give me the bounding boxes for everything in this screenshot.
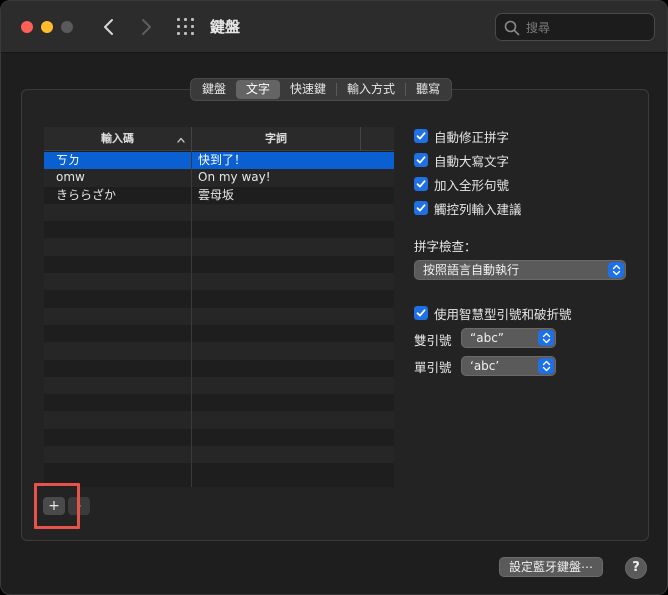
search-icon xyxy=(504,20,520,36)
cell-with[interactable]: On my way! xyxy=(198,169,271,186)
empty-table-row xyxy=(44,324,394,343)
double-quotes-popup[interactable]: “abc” xyxy=(461,328,556,348)
checkbox-checked-icon[interactable] xyxy=(414,201,428,215)
double-quotes-label: 雙引號 xyxy=(414,333,452,348)
empty-table-row xyxy=(44,203,394,222)
titlebar: 鍵盤 xyxy=(1,1,667,53)
empty-table-row xyxy=(44,290,394,308)
checkbox-checked-icon[interactable] xyxy=(414,306,428,320)
empty-table-row xyxy=(44,273,394,291)
empty-table-row xyxy=(44,446,394,464)
checkbox-checked-icon[interactable] xyxy=(414,177,428,191)
checkbox-touchbar-suggestions[interactable]: 觸控列輸入建議 xyxy=(414,196,522,220)
column-header-with[interactable]: 字詞 xyxy=(192,127,360,151)
spelling-popup[interactable]: 按照語言自動執行 xyxy=(414,260,626,280)
minimize-window-button[interactable] xyxy=(41,21,53,33)
tab-input-sources[interactable]: 輸入方式 xyxy=(337,80,405,99)
checkbox-fullwidth-period[interactable]: 加入全形句號 xyxy=(414,172,522,196)
cell-with[interactable]: 雲母坂 xyxy=(198,187,234,204)
close-window-button[interactable] xyxy=(21,21,33,33)
text-replacement-table[interactable]: 輸入碼 字詞 ㄎㄉ 快到了！ omw On my way! きららざか 雲母坂 xyxy=(44,127,394,487)
search-field[interactable] xyxy=(495,13,655,41)
preferences-window: 鍵盤 鍵盤 文字 快速鍵 輸入方式 聽寫 輸入碼 字詞 ㄎㄉ 快到了！ xyxy=(0,0,668,595)
header-divider xyxy=(360,127,361,151)
tab-keyboard[interactable]: 鍵盤 xyxy=(192,80,236,99)
forward-button[interactable] xyxy=(135,15,157,39)
tab-bar: 鍵盤 文字 快速鍵 輸入方式 聽寫 xyxy=(190,78,453,101)
sort-ascending-icon xyxy=(177,137,185,143)
chevron-left-icon xyxy=(104,19,113,35)
empty-table-row xyxy=(44,411,394,429)
cell-replace[interactable]: ㄎㄉ xyxy=(56,152,80,169)
checkbox-smart-quotes[interactable]: 使用智慧型引號和破折號 xyxy=(414,301,572,325)
search-input[interactable] xyxy=(526,18,646,38)
cell-with[interactable]: 快到了！ xyxy=(198,152,246,169)
cell-replace[interactable]: きららざか xyxy=(56,187,116,204)
tab-shortcuts[interactable]: 快速鍵 xyxy=(280,80,336,99)
popup-stepper-icon xyxy=(538,330,554,346)
help-button[interactable]: ? xyxy=(625,557,647,579)
checkbox-autocorrect[interactable]: 自動修正拼字 xyxy=(414,124,522,148)
empty-table-row xyxy=(44,221,394,239)
popup-stepper-icon xyxy=(608,262,624,278)
table-rows: ㄎㄉ 快到了！ omw On my way! きららざか 雲母坂 xyxy=(44,152,394,481)
double-quotes-value: “abc” xyxy=(470,331,505,345)
empty-table-row xyxy=(44,238,394,256)
single-quotes-value: ‘abc’ xyxy=(470,359,500,373)
column-divider xyxy=(191,151,192,487)
cell-replace[interactable]: omw xyxy=(56,169,85,186)
empty-table-row xyxy=(44,394,394,412)
setup-bluetooth-keyboard-button[interactable]: 設定藍牙鍵盤⋯ xyxy=(499,557,604,577)
checkbox-checked-icon[interactable] xyxy=(414,129,428,143)
table-header: 輸入碼 字詞 xyxy=(44,127,394,151)
column-header-replace[interactable]: 輸入碼 xyxy=(44,127,191,151)
back-button[interactable] xyxy=(98,15,120,39)
checkbox-label: 自動大寫文字 xyxy=(434,153,510,169)
spelling-label: 拼字檢查： xyxy=(414,239,477,254)
checkbox-label: 使用智慧型引號和破折號 xyxy=(434,306,572,322)
spelling-popup-value: 按照語言自動執行 xyxy=(423,263,520,277)
empty-table-row xyxy=(44,428,394,447)
empty-table-row xyxy=(44,376,394,395)
empty-table-row xyxy=(44,342,394,360)
zoom-window-button[interactable] xyxy=(61,21,73,33)
table-row[interactable]: omw On my way! xyxy=(44,169,394,187)
table-row[interactable]: ㄎㄉ 快到了！ xyxy=(44,152,394,170)
single-quotes-popup[interactable]: ‘abc’ xyxy=(461,356,556,376)
show-all-grid-icon[interactable] xyxy=(177,18,195,36)
empty-table-row xyxy=(44,463,394,481)
tab-dictation[interactable]: 聽寫 xyxy=(406,80,450,99)
checkbox-label: 觸控列輸入建議 xyxy=(434,201,522,217)
empty-table-row xyxy=(44,307,394,325)
empty-table-row xyxy=(44,359,394,377)
checkbox-label: 加入全形句號 xyxy=(434,177,510,193)
checkbox-checked-icon[interactable] xyxy=(414,153,428,167)
empty-table-row xyxy=(44,255,394,274)
checkbox-label: 自動修正拼字 xyxy=(434,129,510,145)
single-quotes-label: 單引號 xyxy=(414,360,452,375)
window-title: 鍵盤 xyxy=(210,18,241,36)
checkbox-auto-capitalize[interactable]: 自動大寫文字 xyxy=(414,148,522,172)
highlight-annotation-box xyxy=(34,483,80,529)
chevron-right-icon xyxy=(142,19,151,35)
text-options-checkboxes: 自動修正拼字 自動大寫文字 加入全形句號 觸控列輸入建議 xyxy=(414,124,522,220)
popup-stepper-icon xyxy=(538,358,554,374)
table-row[interactable]: きららざか 雲母坂 xyxy=(44,186,394,204)
tab-text[interactable]: 文字 xyxy=(236,80,281,99)
